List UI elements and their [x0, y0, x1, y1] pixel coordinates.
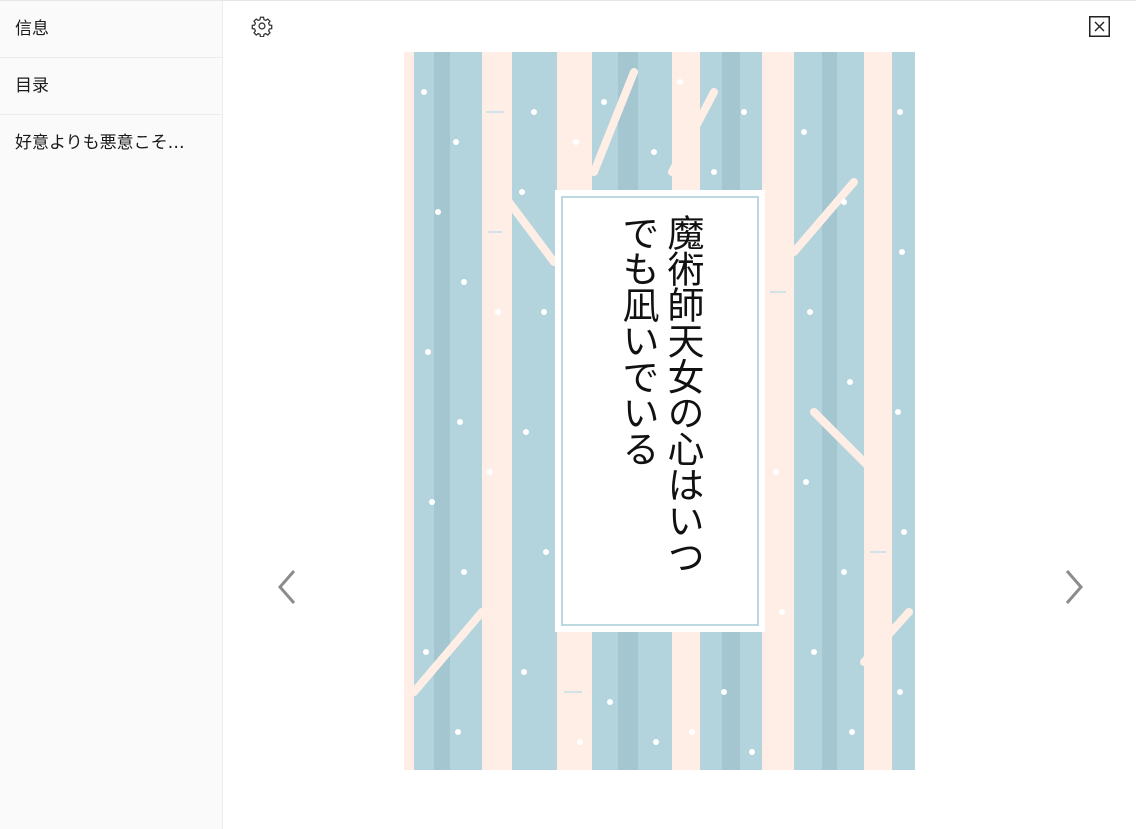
close-button[interactable]	[1089, 16, 1110, 37]
cover-title: 魔術師天女の心はいつ でも凪いでいる	[555, 190, 765, 632]
title-panel: 魔術師天女の心はいつ でも凪いでいる	[555, 190, 765, 632]
next-page-button[interactable]	[1061, 567, 1087, 607]
chevron-left-icon	[278, 570, 296, 604]
book-cover: 魔術師天女の心はいつ でも凪いでいる	[404, 52, 915, 770]
cover-title-line-2: でも凪いでいる	[616, 214, 659, 466]
previous-page-button[interactable]	[274, 567, 300, 607]
sidebar-item-toc[interactable]: 目录	[0, 58, 222, 115]
sidebar: 信息 目录 好意よりも悪意こそ…	[0, 1, 223, 829]
sidebar-item-info[interactable]: 信息	[0, 1, 222, 58]
sidebar-item-chapter[interactable]: 好意よりも悪意こそ…	[0, 115, 222, 172]
chevron-right-icon	[1065, 570, 1083, 604]
close-icon	[1089, 16, 1110, 37]
cover-title-line-1: 魔術師天女の心はいつ	[661, 214, 704, 574]
gear-icon	[251, 16, 273, 38]
settings-button[interactable]	[251, 15, 273, 38]
